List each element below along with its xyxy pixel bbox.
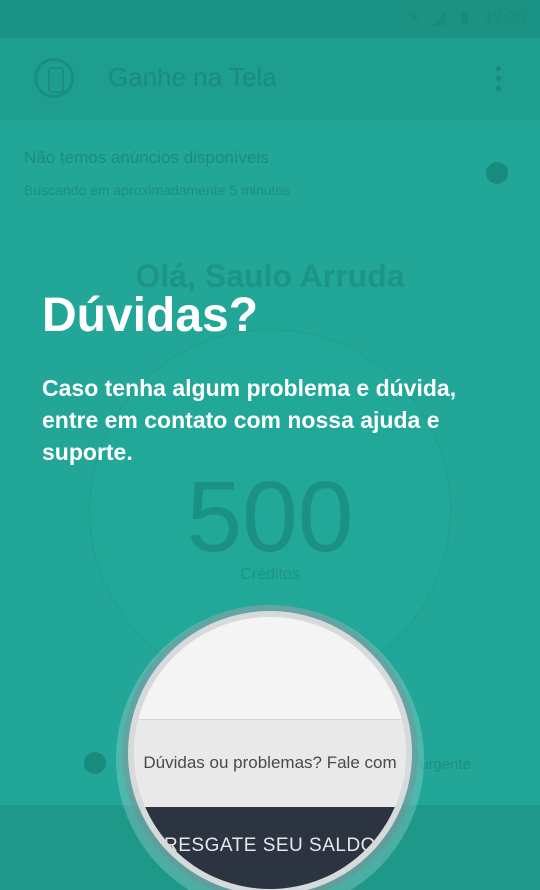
wifi-icon: ▾: [410, 8, 420, 27]
credit-label: Créditos: [240, 566, 300, 583]
spotlight-circle[interactable]: Dúvidas ou problemas? Fale com RESGATE S…: [134, 617, 406, 889]
redeem-button-label[interactable]: RESGATE SEU SALDO: [134, 835, 406, 857]
ad-banner-title: Não temos anúncios disponíveis: [24, 148, 269, 167]
app-bar: Ganhe na Tela: [0, 38, 540, 120]
info-icon[interactable]: [486, 162, 508, 184]
status-time: 12:30: [483, 8, 526, 27]
signal-icon: ◢: [433, 8, 447, 27]
ad-banner-subtitle: Buscando em aproximadamente 5 minutos: [24, 182, 291, 198]
credit-value: 500: [186, 461, 354, 573]
help-link-text[interactable]: Dúvidas ou problemas? Fale com: [134, 753, 406, 773]
status-bar: ▾ ◢ ▮ 12:30: [0, 0, 540, 38]
tutorial-title: Dúvidas?: [42, 289, 259, 342]
more-options-icon[interactable]: [496, 66, 502, 91]
app-logo-icon: [34, 58, 74, 98]
tutorial-body: Caso tenha algum problema e dúvida, entr…: [42, 375, 457, 465]
battery-icon: ▮: [460, 8, 470, 27]
app-title: Ganhe na Tela: [108, 62, 277, 92]
help-icon[interactable]: [84, 752, 106, 774]
help-row-text[interactable]: urgente: [420, 756, 471, 773]
